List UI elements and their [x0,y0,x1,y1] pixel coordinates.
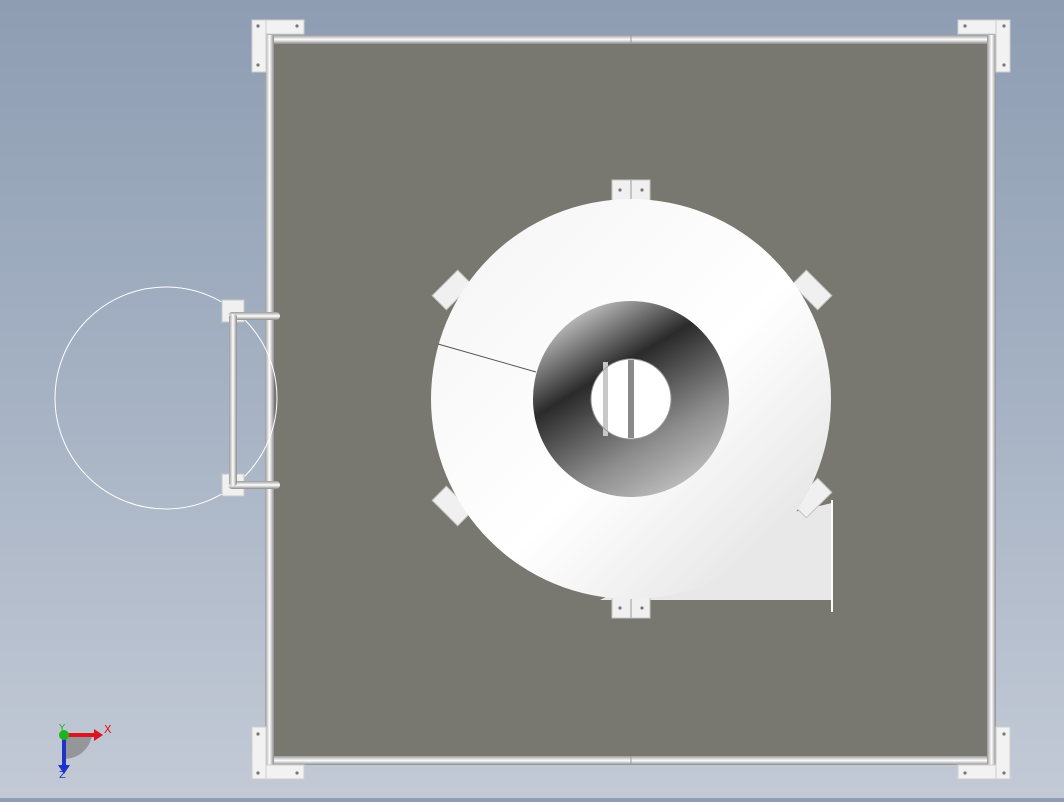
triad-x-arrow [94,729,103,741]
cad-viewport[interactable]: X Y Z [0,0,1064,798]
model-canvas[interactable]: X Y Z [0,0,1064,798]
lug-top [611,179,651,203]
triad-x-label: X [104,723,112,736]
triad-arc [64,735,92,760]
frame-right-tube [987,35,996,765]
center-hole-bar-left [603,362,608,436]
triad-z-label: Z [59,770,66,781]
lug-bottom [611,595,651,619]
center-hole-bar [628,360,634,438]
triad-y-label: Y [58,723,66,734]
frame-left-tube [265,35,274,765]
rotary-disc[interactable] [431,199,831,599]
axis-triad[interactable]: X Y Z [58,723,112,781]
